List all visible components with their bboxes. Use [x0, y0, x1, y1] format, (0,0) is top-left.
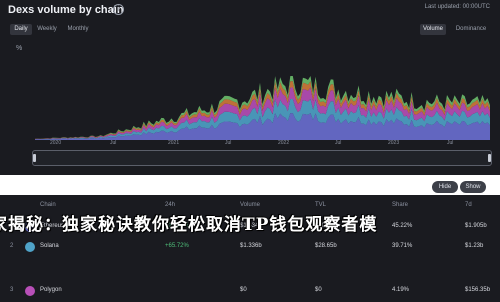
row-tvl: $28.65b — [315, 243, 337, 249]
x-tick-2021: 2021 — [168, 140, 180, 146]
row-7d: $1.23b — [465, 243, 484, 249]
mode-volume-button[interactable]: Volume — [420, 24, 446, 35]
x-tick-jul-4: Jul — [447, 140, 454, 146]
x-tick-2020: 2020 — [50, 140, 62, 146]
info-icon[interactable]: i — [113, 4, 124, 15]
row-volume: $1.336b — [240, 243, 262, 249]
period-daily-button[interactable]: Daily — [10, 24, 32, 35]
row-tvl: $0 — [315, 287, 322, 293]
period-weekly-button[interactable]: Weekly — [34, 24, 60, 35]
row-change: +65.72% — [165, 243, 189, 249]
period-monthly-button[interactable]: Monthly — [63, 24, 93, 35]
row-share: 4.19% — [392, 287, 410, 293]
x-tick-jul-3: Jul — [335, 140, 342, 146]
page-title: Dexs volume by chain — [8, 4, 124, 16]
show-button[interactable]: Show — [460, 181, 486, 193]
row-name[interactable]: Polygon — [40, 287, 62, 293]
col-7d[interactable]: 7d — [465, 202, 472, 208]
mode-dominance-button[interactable]: Dominance — [452, 24, 490, 35]
col-change[interactable]: 24h — [165, 202, 175, 208]
x-tick-2023: 2023 — [388, 140, 400, 146]
solana-icon — [25, 242, 35, 252]
overlay-headline: 家揭秘：独家秘诀教你轻松取消TP钱包观察者模 — [0, 215, 378, 235]
polygon-icon — [25, 286, 35, 296]
table-row[interactable]: 3 Polygon $0 $0 4.19% $156.35b — [0, 282, 500, 302]
overlay-banner — [0, 175, 500, 195]
col-tvl[interactable]: TVL — [315, 202, 326, 208]
row-volume: $0 — [240, 287, 247, 293]
x-tick-2022: 2022 — [278, 140, 290, 146]
range-handle-left[interactable] — [33, 154, 36, 162]
row-name[interactable]: Solana — [40, 243, 59, 249]
last-updated: Last updated: 00:00UTC — [424, 4, 490, 10]
range-handle-right[interactable] — [488, 154, 491, 162]
row-rank: 3 — [10, 287, 14, 293]
range-slider[interactable] — [32, 150, 492, 166]
row-share: 39.71% — [392, 243, 413, 249]
col-volume[interactable]: Volume — [240, 202, 260, 208]
x-tick-jul-2: Jul — [225, 140, 232, 146]
row-7d: $156.35b — [465, 287, 491, 293]
col-chain[interactable]: Chain — [40, 202, 56, 208]
x-tick-jul-1: Jul — [110, 140, 117, 146]
col-share[interactable]: Share — [392, 202, 408, 208]
hide-button[interactable]: Hide — [432, 181, 458, 193]
table-row[interactable]: 2 Solana +65.72% $1.336b $28.65b 39.71% … — [0, 238, 500, 258]
row-rank: 2 — [10, 243, 14, 249]
chart-header: Dexs volume by chain i Last updated: 00:… — [0, 0, 500, 44]
